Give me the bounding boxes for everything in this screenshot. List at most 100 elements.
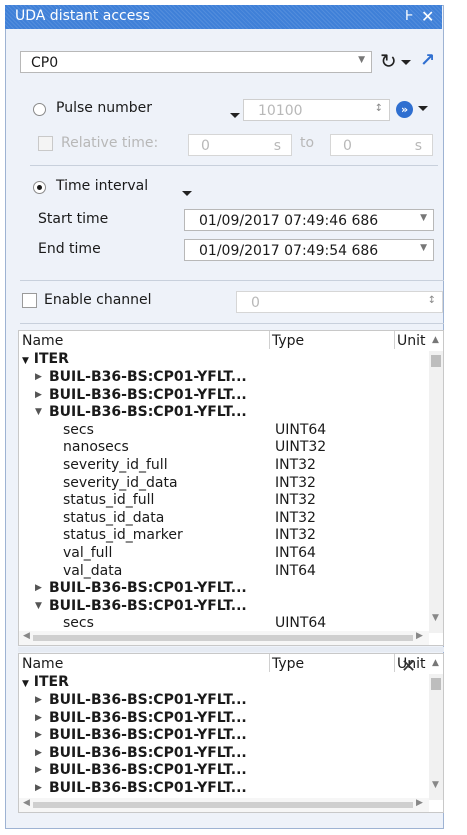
node-name: BUIL-B36-BS:CP01-YFLT... [49, 692, 247, 708]
tree-leaf[interactable]: status_id_data INT32 [19, 510, 427, 527]
node-name: status_id_marker [63, 527, 183, 544]
tree-node[interactable]: ▼ BUIL-B36-BS:CP01-YFLT... [19, 598, 427, 615]
time-interval-radio[interactable] [33, 181, 46, 194]
tree-node[interactable]: ▶ BUIL-B36-BS:CP01-YFLT... [19, 762, 427, 779]
scroll-down-icon[interactable]: ▼ [432, 613, 439, 623]
refresh-icon[interactable]: ↻ [380, 49, 397, 73]
expanded-icon[interactable]: ▼ [35, 598, 42, 615]
fast-forward-icon[interactable]: » [396, 101, 413, 118]
signal-tree-top[interactable]: Name Type Unit ▲ ▼ ITER ▶ BUIL-B36-BS:CP0… [18, 330, 444, 646]
column-divider[interactable] [269, 654, 270, 672]
scroll-down-icon[interactable]: ▼ [432, 780, 439, 790]
tree-node[interactable]: ▶ BUIL-B36-BS:CP01-YFLT... [19, 710, 427, 727]
tree-leaf[interactable]: status_id_full INT32 [19, 492, 427, 509]
scroll-left-icon[interactable]: ◀ [23, 631, 30, 641]
scroll-right-icon[interactable]: ▶ [416, 631, 423, 641]
pulse-options-dropdown-icon[interactable] [418, 106, 428, 111]
pulse-number-radio[interactable] [33, 103, 46, 116]
tree-leaf[interactable]: secs UINT64 [19, 422, 427, 439]
scroll-right-icon[interactable]: ▶ [416, 798, 423, 808]
expanded-icon[interactable]: ▼ [35, 404, 42, 421]
collapsed-icon[interactable]: ▶ [35, 727, 42, 744]
tree-node[interactable]: ▶ BUIL-B36-BS:CP01-YFLT... [19, 745, 427, 762]
open-external-icon[interactable]: ↗ [420, 50, 435, 71]
column-divider[interactable] [394, 331, 395, 349]
tree-leaf[interactable]: severity_id_full INT32 [19, 457, 427, 474]
scroll-thumb[interactable] [431, 355, 441, 367]
tree-root[interactable]: ▼ ITER [22, 674, 69, 691]
end-time-field[interactable]: 01/09/2017 07:49:54 686 ▼ [184, 239, 434, 261]
scroll-thumb[interactable] [33, 802, 413, 808]
relative-from-input[interactable]: 0 s [188, 134, 292, 156]
title-bar[interactable]: UDA distant access Ⱶ ✕ [5, 5, 442, 29]
collapsed-icon[interactable]: ▶ [35, 387, 42, 404]
relative-from-unit: s [273, 138, 281, 154]
tree-leaf[interactable]: nanosecs UINT32 [19, 439, 427, 456]
collapsed-icon[interactable]: ▶ [35, 369, 42, 386]
pin-icon[interactable]: Ⱶ [405, 7, 414, 27]
column-divider[interactable] [394, 654, 395, 672]
node-name: secs [63, 615, 94, 632]
end-time-label: End time [38, 241, 101, 257]
collapsed-icon[interactable]: ▶ [35, 762, 42, 779]
tree-node[interactable]: ▶ BUIL-B36-BS:CP01-YFLT... [19, 369, 427, 386]
scroll-thumb[interactable] [33, 635, 413, 641]
channel-value: 0 [251, 295, 260, 311]
tree-node[interactable]: ▶ BUIL-B36-BS:CP01-YFLT... [19, 387, 427, 404]
collapsed-icon[interactable]: ▶ [35, 692, 42, 709]
relative-from-value: 0 [201, 138, 210, 154]
close-icon[interactable]: ✕ [401, 656, 416, 677]
channel-spinbox[interactable]: 0 ↕ [236, 291, 443, 313]
tree-root[interactable]: ▼ ITER [22, 351, 69, 368]
tree-node[interactable]: ▼ BUIL-B36-BS:CP01-YFLT... [19, 404, 427, 421]
vertical-scrollbar[interactable]: ▼ [429, 351, 443, 633]
tree-leaf[interactable]: val_data INT64 [19, 563, 427, 580]
tree-node[interactable]: ▶ BUIL-B36-BS:CP01-YFLT... [19, 727, 427, 744]
spin-arrows-icon[interactable]: ↕ [428, 295, 436, 306]
pulse-dropdown-icon[interactable] [230, 113, 240, 118]
tree-leaf[interactable]: val_full INT64 [19, 545, 427, 562]
node-type: INT64 [275, 545, 316, 561]
horizontal-scrollbar[interactable]: ◀ ▶ [19, 631, 429, 645]
column-header-unit[interactable]: Unit [397, 333, 426, 349]
node-name: val_data [63, 562, 123, 579]
tree-leaf[interactable]: severity_id_data INT32 [19, 475, 427, 492]
tree-leaf[interactable]: secs UINT64 [19, 615, 427, 632]
tree-leaf[interactable]: status_id_marker INT32 [19, 527, 427, 544]
pulse-number-spinbox[interactable]: 10100 ↕ [243, 99, 390, 121]
node-name: BUIL-B36-BS:CP01-YFLT... [49, 744, 247, 761]
relative-to-value: 0 [343, 138, 352, 154]
spin-arrows-icon[interactable]: ↕ [375, 103, 383, 114]
expanded-icon[interactable]: ▼ [22, 356, 29, 366]
column-header-type[interactable]: Type [272, 333, 304, 349]
divider [30, 165, 438, 166]
column-header-name[interactable]: Name [22, 333, 63, 349]
collapsed-icon[interactable]: ▶ [35, 780, 42, 797]
enable-channel-checkbox[interactable] [22, 293, 37, 308]
tree-node[interactable]: ▶ BUIL-B36-BS:CP01-YFLT... [19, 780, 427, 797]
scroll-left-icon[interactable]: ◀ [23, 798, 30, 808]
tree-node[interactable]: ▶ BUIL-B36-BS:CP01-YFLT... [19, 580, 427, 597]
tree-node[interactable]: ▶ BUIL-B36-BS:CP01-YFLT... [19, 692, 427, 709]
signal-tree-bottom[interactable]: Name Type Unit ✕ ▲ ▼ ITER ▶ BUIL-B36-BS:C… [18, 653, 444, 813]
relative-to-input[interactable]: 0 s [330, 134, 433, 156]
column-header-name[interactable]: Name [22, 656, 63, 672]
collapsed-icon[interactable]: ▶ [35, 745, 42, 762]
splitter-handle[interactable] [18, 647, 444, 652]
interval-dropdown-icon[interactable] [182, 191, 192, 196]
start-time-value: 01/09/2017 07:49:46 686 [199, 213, 379, 229]
horizontal-scrollbar[interactable]: ◀ ▶ [19, 798, 429, 812]
relative-time-checkbox[interactable] [38, 136, 53, 151]
column-header-type[interactable]: Type [272, 656, 304, 672]
column-divider[interactable] [269, 331, 270, 349]
scroll-thumb[interactable] [431, 678, 441, 690]
expanded-icon[interactable]: ▼ [22, 679, 29, 689]
collapsed-icon[interactable]: ▶ [35, 710, 42, 727]
vertical-scrollbar[interactable]: ▼ [429, 674, 443, 800]
collapsed-icon[interactable]: ▶ [35, 580, 42, 597]
close-icon[interactable]: ✕ [421, 7, 434, 27]
start-time-field[interactable]: 01/09/2017 07:49:46 686 ▼ [184, 209, 434, 231]
node-name: BUIL-B36-BS:CP01-YFLT... [49, 762, 247, 779]
source-combo[interactable]: CP0 ▼ [20, 51, 372, 73]
refresh-dropdown-icon[interactable] [401, 60, 411, 65]
